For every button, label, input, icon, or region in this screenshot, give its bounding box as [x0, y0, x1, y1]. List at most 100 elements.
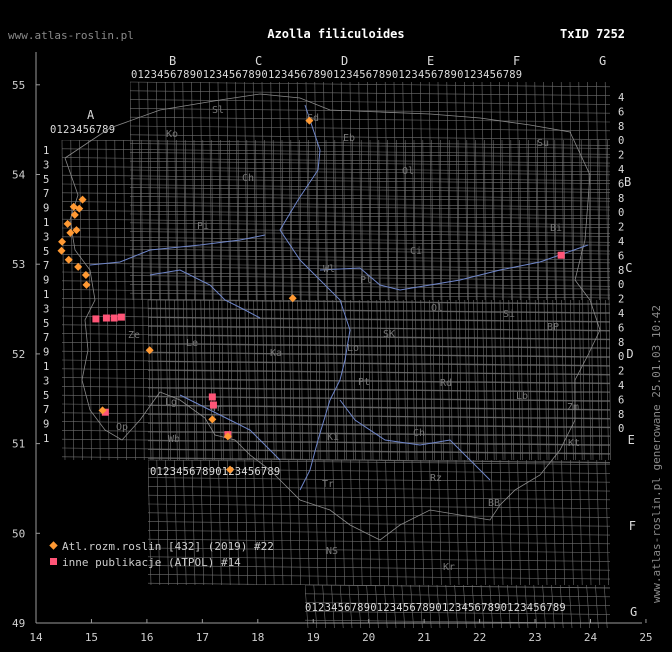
grid-line-v: [517, 459, 521, 586]
region-label: Wl: [323, 264, 335, 275]
region-label: Pi: [197, 221, 209, 232]
mask: [148, 585, 305, 622]
y-tick-label: 55: [12, 79, 25, 92]
record-atlas-point: [82, 280, 91, 289]
record-atlas-point: [70, 210, 79, 219]
grid-line-v: [587, 459, 592, 586]
region-label: BB: [488, 498, 500, 509]
region-label: Rd: [440, 378, 452, 389]
grid-line-v: [226, 81, 231, 301]
grid-line-v: [525, 81, 530, 301]
region-label: Le: [186, 338, 198, 349]
grid-line-h: [304, 593, 611, 598]
x-tick-label: 23: [528, 631, 541, 644]
grid-row-digit: 3: [43, 303, 49, 315]
grid-line-h: [61, 157, 611, 164]
grid-row-digit: 1: [43, 217, 49, 229]
grid-line-v: [499, 459, 504, 586]
grid-line-v: [147, 299, 152, 461]
grid-column-letter: B: [169, 54, 176, 68]
grid-line-v: [596, 81, 600, 301]
grid-line-v: [376, 81, 380, 301]
grid-line-v: [262, 299, 266, 461]
grid-line-h: [147, 326, 611, 332]
grid-digit-row: 01234567890123456789: [150, 466, 280, 478]
grid-line-h: [147, 521, 611, 527]
grid-line-v: [341, 299, 345, 461]
grid-line-v: [560, 81, 565, 301]
grid-line-v: [279, 81, 283, 301]
region-label: Lg: [165, 397, 177, 408]
grid-line-h: [61, 306, 611, 313]
record-atlas-point: [288, 294, 297, 303]
region-label: Kr: [443, 562, 455, 573]
grid-line-v: [534, 459, 539, 586]
y-tick-label: 51: [12, 438, 25, 451]
grid-row-digit: 8: [618, 265, 624, 277]
grid-line-v: [552, 459, 557, 586]
grid-line-h: [61, 333, 611, 340]
grid-row-letter: D: [626, 347, 633, 361]
region-label: Tr: [322, 479, 334, 490]
grid-line-h: [61, 174, 611, 181]
region-label: Eb: [343, 133, 355, 144]
region-label: Bi: [550, 223, 562, 234]
grid-line-v: [129, 81, 134, 301]
grid-line-h: [147, 387, 611, 393]
grid-row-digit: 6: [618, 322, 624, 334]
grid-line-v: [561, 459, 565, 586]
distribution-map: 0123456789012345678901234567890123456789…: [12, 52, 660, 644]
grid-line-v: [577, 584, 582, 629]
grid-line-h: [147, 477, 611, 483]
grid-line-v: [394, 299, 398, 461]
grid-row-digit: 9: [43, 203, 49, 215]
record-other-point: [110, 314, 118, 322]
grid-line-h: [147, 352, 611, 358]
grid-row-digit: 8: [618, 409, 624, 421]
grid-line-v: [587, 299, 592, 461]
grid-line-h: [147, 317, 611, 323]
grid-line-h: [147, 299, 611, 305]
grid-row-digit: 0: [618, 207, 624, 219]
grid-line-h: [304, 584, 611, 589]
grid-line-h: [61, 183, 611, 190]
grid-line-h: [147, 512, 611, 518]
grid-row-digit: 2: [618, 366, 624, 378]
grid-row-digit: 4: [618, 308, 624, 320]
x-tick-label: 18: [251, 631, 264, 644]
grid-row-digit: 5: [43, 390, 49, 402]
grid-row-letter: C: [625, 261, 632, 275]
grid-row-digit: 8: [618, 193, 624, 205]
legend-atlas: Atl.rozm.roslin [432] (2019) #22: [49, 540, 274, 553]
grid-line-v: [314, 459, 319, 586]
grid-line-h: [147, 440, 611, 446]
grid-line-v: [340, 81, 345, 301]
grid-line-v: [270, 81, 275, 301]
grid-line-v: [306, 459, 310, 586]
region-label: Si: [503, 309, 515, 320]
region-label: Ol: [431, 303, 443, 314]
grid-line-v: [191, 299, 196, 461]
grid-line-v: [482, 459, 486, 586]
grid-row-digit: 1: [43, 289, 49, 301]
grid-row-letter: E: [628, 433, 635, 447]
mask: [36, 52, 130, 82]
grid-line-v: [385, 459, 389, 586]
grid-row-digit: 9: [43, 419, 49, 431]
record-other-point: [208, 393, 216, 401]
grid-line-h: [61, 315, 611, 322]
grid-line-v: [384, 81, 389, 301]
grid-line-v: [394, 459, 398, 586]
grid-column-letter: C: [255, 54, 262, 68]
grid-row-digit: 3: [43, 231, 49, 243]
grid-line-h: [61, 350, 611, 357]
grid-row-digit: 0: [618, 423, 624, 435]
grid-column-letter: G: [599, 54, 606, 68]
y-tick-label: 49: [12, 617, 25, 630]
grid-digit-row: 0123456789012345678901234567890123456789: [305, 602, 566, 614]
grid-row-digit: 8: [618, 337, 624, 349]
grid-line-v: [358, 459, 363, 586]
record-other-point: [557, 251, 565, 259]
grid-line-h: [129, 108, 611, 114]
region-label: BP: [547, 322, 559, 333]
